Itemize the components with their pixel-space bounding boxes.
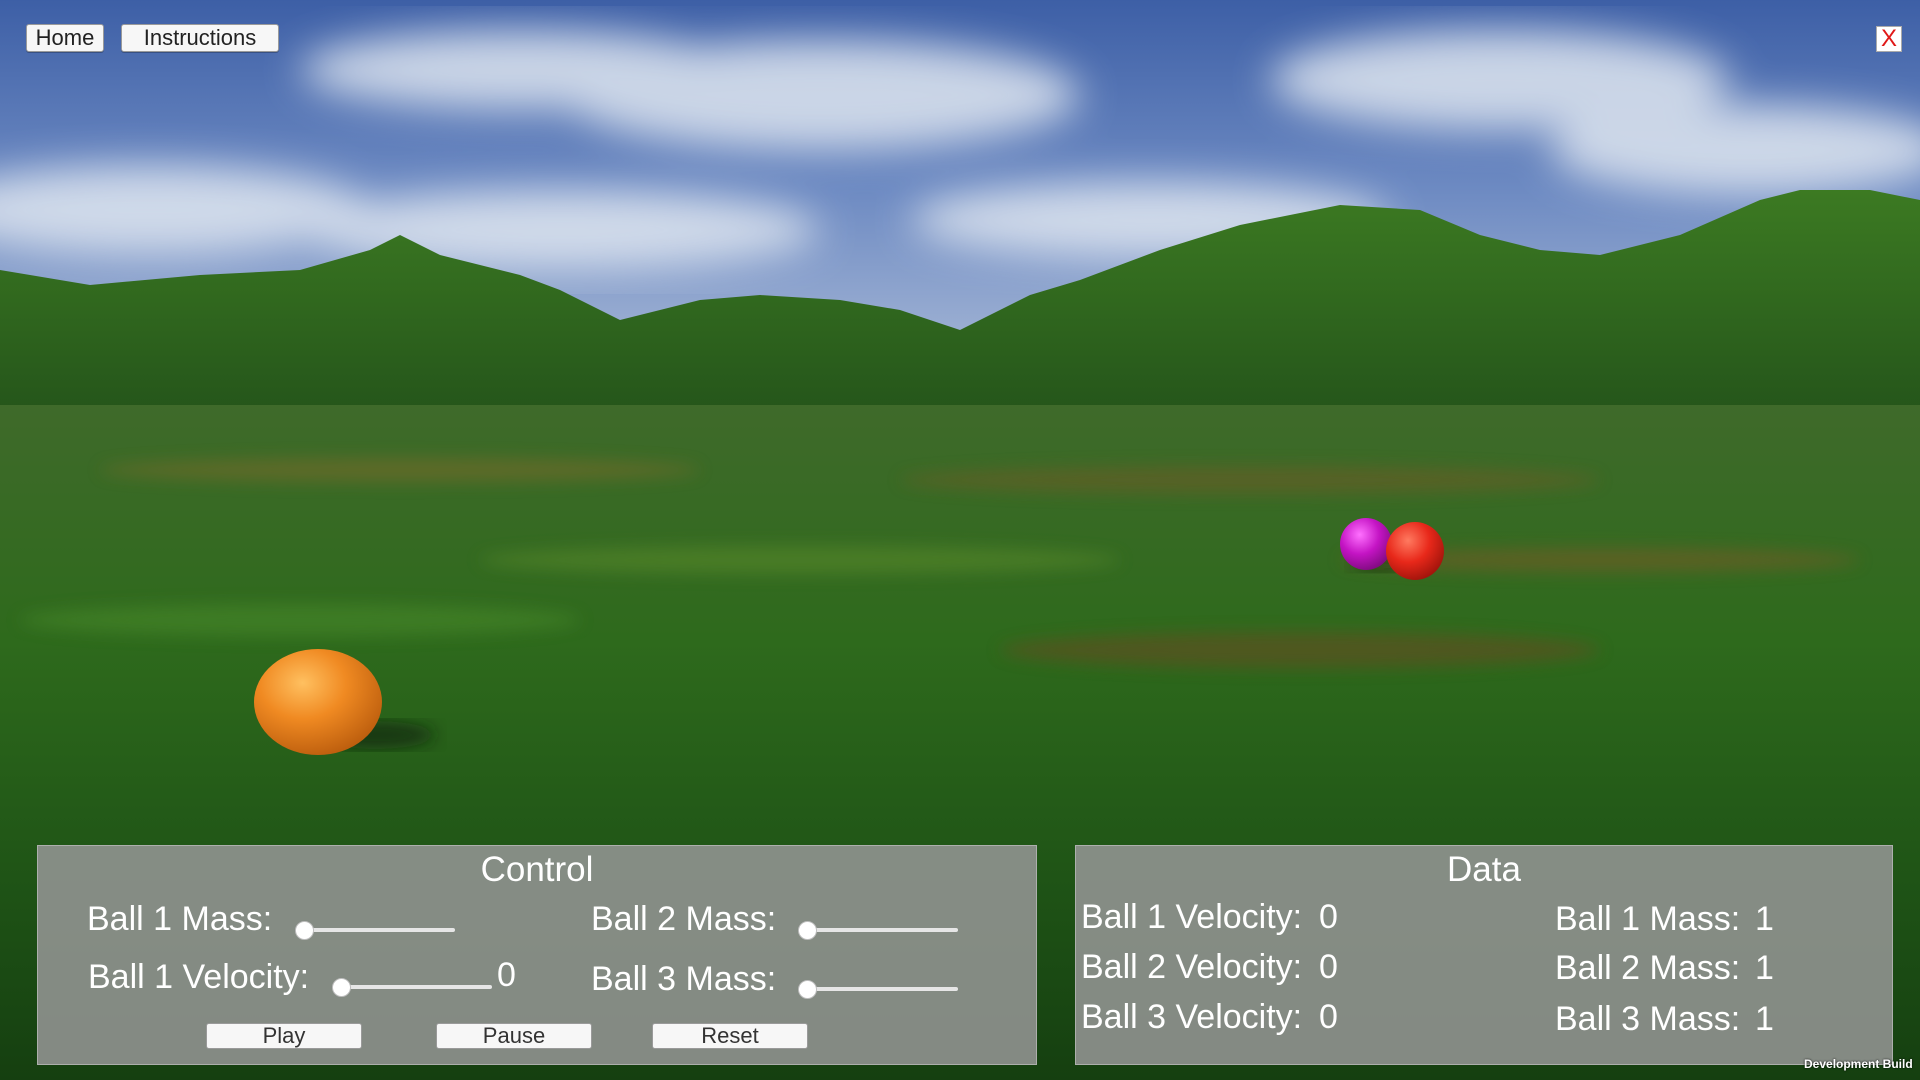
- close-button[interactable]: X: [1876, 25, 1902, 52]
- ball1-velocity-label: Ball 1 Velocity:: [88, 958, 310, 996]
- ball2-velocity-readout-value: 0: [1319, 948, 1338, 986]
- ball3-mass-label: Ball 3 Mass:: [591, 960, 777, 998]
- ball1-velocity-readout-label: Ball 1 Velocity:: [1081, 898, 1303, 936]
- ball3-velocity-readout-label: Ball 3 Velocity:: [1081, 998, 1303, 1036]
- slider-thumb[interactable]: [332, 978, 351, 997]
- ball3-mass-slider[interactable]: [798, 979, 958, 999]
- ball3-velocity-readout-value: 0: [1319, 998, 1338, 1036]
- ball2-mass-label: Ball 2 Mass:: [591, 900, 777, 938]
- control-panel: Control Ball 1 Mass: Ball 2 Mass: Ball 1…: [37, 845, 1037, 1065]
- ball3-mass-readout-label: Ball 3 Mass:: [1555, 1000, 1741, 1038]
- slider-track: [340, 985, 492, 989]
- slider-thumb[interactable]: [798, 980, 817, 999]
- ball1-mass-slider[interactable]: [295, 920, 455, 940]
- pause-button[interactable]: Pause: [436, 1023, 592, 1049]
- slider-thumb[interactable]: [798, 921, 817, 940]
- ball1-mass-readout-label: Ball 1 Mass:: [1555, 900, 1741, 938]
- control-panel-title: Control: [480, 850, 594, 889]
- home-button[interactable]: Home: [26, 24, 104, 52]
- ball2-mass-readout-value: 1: [1755, 949, 1774, 987]
- ball1-mass-readout-value: 1: [1755, 900, 1774, 938]
- slider-track: [303, 928, 455, 932]
- ball3-mass-readout-value: 1: [1755, 1000, 1774, 1038]
- ball1-velocity-readout-value: 0: [1319, 898, 1338, 936]
- ball2-velocity-readout-label: Ball 2 Velocity:: [1081, 948, 1303, 986]
- play-button[interactable]: Play: [206, 1023, 362, 1049]
- ball-orange: [254, 649, 382, 755]
- ball-magenta: [1340, 518, 1392, 570]
- slider-track: [806, 928, 958, 932]
- slider-thumb[interactable]: [295, 921, 314, 940]
- slider-track: [806, 987, 958, 991]
- ball2-mass-readout-label: Ball 2 Mass:: [1555, 949, 1741, 987]
- ball1-mass-label: Ball 1 Mass:: [87, 900, 273, 938]
- ball2-mass-slider[interactable]: [798, 920, 958, 940]
- development-build-watermark: Development Build: [1804, 1057, 1913, 1071]
- data-panel: Data Ball 1 Velocity: 0 Ball 2 Velocity:…: [1075, 845, 1893, 1065]
- reset-button[interactable]: Reset: [652, 1023, 808, 1049]
- data-panel-title: Data: [1447, 850, 1521, 889]
- ball1-velocity-value: 0: [497, 956, 516, 994]
- instructions-button[interactable]: Instructions: [121, 24, 279, 52]
- ball1-velocity-slider[interactable]: [332, 977, 492, 997]
- ball-red: [1386, 522, 1444, 580]
